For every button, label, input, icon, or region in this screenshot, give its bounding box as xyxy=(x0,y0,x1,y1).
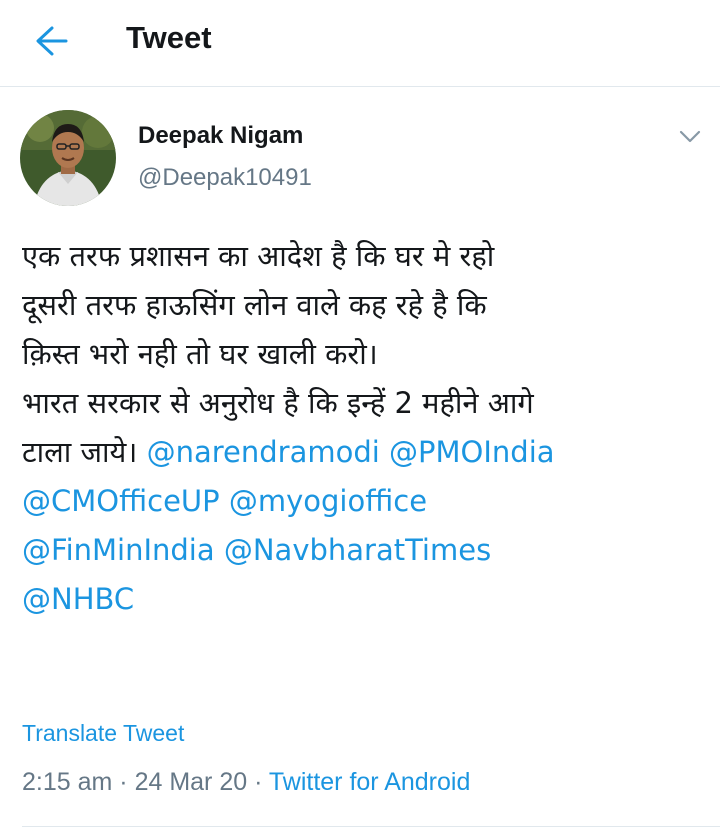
author-handle[interactable]: @Deepak10491 xyxy=(138,164,312,192)
tweet-line-1: एक तरफ प्रशासन का आदेश है कि घर मे रहो xyxy=(22,239,495,273)
author-name[interactable]: Deepak Nigam xyxy=(138,122,303,150)
tweet-time: 2:15 am xyxy=(22,768,113,796)
mention-link[interactable]: @CMOfficeUP xyxy=(22,484,220,518)
meta-separator: · xyxy=(247,768,269,796)
tweet-line-5-text: टाला जाये। xyxy=(22,435,147,469)
translate-tweet-link[interactable]: Translate Tweet xyxy=(22,720,184,747)
divider xyxy=(22,826,720,827)
tweet-meta: 2:15 am · 24 Mar 20 · Twitter for Androi… xyxy=(22,768,470,797)
back-button[interactable] xyxy=(30,24,70,58)
tweet-line-2: दूसरी तरफ हाऊसिंग लोन वाले कह रहे है कि xyxy=(22,288,487,322)
profile-photo xyxy=(20,110,116,206)
chevron-down-icon xyxy=(679,130,701,143)
page-title: Tweet xyxy=(126,20,212,55)
tweet-line-3: क़िस्त भरो नही तो घर खाली करो। xyxy=(22,337,378,371)
meta-separator: · xyxy=(112,768,135,796)
tweet-text: एक तरफ प्रशासन का आदेश है कि घर मे रहो द… xyxy=(22,232,712,624)
tweet-line-6: @CMOfficeUP @myogioffice xyxy=(22,477,712,526)
tweet-source-link[interactable]: Twitter for Android xyxy=(269,768,470,796)
more-options-button[interactable] xyxy=(676,126,704,146)
tweet-line-7: @FinMinIndia @NavbharatTimes xyxy=(22,526,712,575)
tweet-line-5: टाला जाये। @narendramodi @PMOIndia xyxy=(22,428,712,477)
tweet-line-8: @NHBC xyxy=(22,575,712,624)
tweet-date: 24 Mar 20 xyxy=(134,768,248,796)
avatar[interactable] xyxy=(20,110,116,206)
tweet-line-4: भारत सरकार से अनुरोध है कि इन्हें 2 महीन… xyxy=(22,386,534,420)
mention-link[interactable]: @narendramodi xyxy=(147,435,380,469)
app-header: Tweet xyxy=(0,0,720,87)
mention-link[interactable]: @PMOIndia xyxy=(389,435,555,469)
mention-link[interactable]: @myogioffice xyxy=(229,484,427,518)
mention-link[interactable]: @FinMinIndia xyxy=(22,533,215,567)
arrow-left-icon xyxy=(36,26,68,56)
mention-link[interactable]: @NavbharatTimes xyxy=(224,533,491,567)
mention-link[interactable]: @NHBC xyxy=(22,582,134,616)
